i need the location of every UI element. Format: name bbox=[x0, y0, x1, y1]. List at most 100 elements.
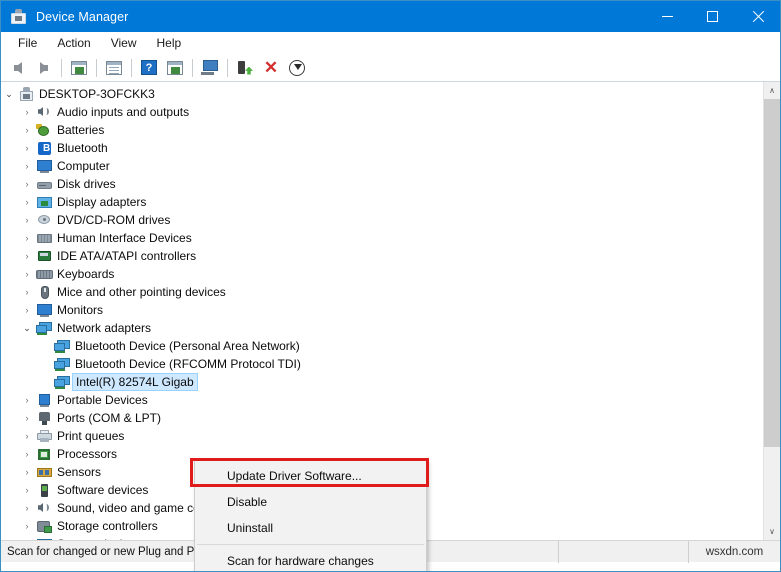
tree-item[interactable]: Intel(R) 82574L Gigab bbox=[1, 373, 763, 391]
tree-item-label: Intel(R) 82574L Gigab bbox=[72, 373, 198, 391]
tree-item[interactable]: › Mice and other pointing devices bbox=[1, 283, 763, 301]
scrollbar-thumb[interactable] bbox=[764, 99, 780, 447]
chevron-right-icon[interactable]: › bbox=[19, 251, 35, 261]
context-menu-item[interactable]: Disable bbox=[195, 489, 426, 515]
sensor-icon bbox=[35, 464, 53, 480]
tree-item[interactable]: › Human Interface Devices bbox=[1, 229, 763, 247]
chevron-right-icon[interactable]: › bbox=[19, 395, 35, 405]
tree-item[interactable]: › Keyboards bbox=[1, 265, 763, 283]
help-icon: ? bbox=[141, 60, 157, 75]
tree-item[interactable]: › Disk drives bbox=[1, 175, 763, 193]
tree-item[interactable]: › Ports (COM & LPT) bbox=[1, 409, 763, 427]
chevron-down-icon[interactable]: ⌄ bbox=[19, 323, 35, 334]
update-driver-icon bbox=[167, 60, 183, 75]
chevron-right-icon[interactable]: › bbox=[19, 107, 35, 117]
scan-hardware-changes-icon bbox=[201, 60, 219, 75]
menu-file[interactable]: File bbox=[9, 33, 46, 53]
tree-item-label: Network adapters bbox=[57, 321, 152, 335]
scroll-down-button[interactable]: ∨ bbox=[764, 523, 780, 540]
chevron-right-icon[interactable]: › bbox=[19, 539, 35, 540]
back-arrow-icon bbox=[14, 61, 22, 74]
toolbar-separator bbox=[227, 58, 228, 77]
vertical-scrollbar[interactable]: ∧ ∨ bbox=[763, 82, 780, 540]
tree-item[interactable]: › Portable Devices bbox=[1, 391, 763, 409]
chevron-right-icon[interactable]: › bbox=[19, 521, 35, 531]
monitor-icon bbox=[35, 158, 53, 174]
maximize-button[interactable] bbox=[690, 1, 735, 32]
chevron-right-icon[interactable]: › bbox=[19, 197, 35, 207]
toolbar-separator bbox=[61, 58, 62, 77]
tree-item-label: Ports (COM & LPT) bbox=[57, 411, 162, 425]
tree-item-label: DESKTOP-3OFCKK3 bbox=[39, 87, 155, 101]
monitor-icon bbox=[35, 302, 53, 318]
chevron-right-icon[interactable]: › bbox=[19, 431, 35, 441]
update-driver-software-button[interactable] bbox=[232, 56, 258, 80]
chevron-right-icon[interactable]: › bbox=[19, 503, 35, 513]
menu-view[interactable]: View bbox=[102, 33, 146, 53]
context-menu-item[interactable]: Scan for hardware changes bbox=[195, 548, 426, 571]
properties-button[interactable] bbox=[101, 56, 127, 80]
tree-item[interactable]: › Batteries bbox=[1, 121, 763, 139]
chevron-right-icon[interactable]: › bbox=[19, 269, 35, 279]
close-icon bbox=[752, 11, 764, 23]
ide-controller-icon bbox=[35, 248, 53, 264]
status-cell-empty bbox=[558, 540, 688, 563]
tree-item[interactable]: › DVD/CD-ROM drives bbox=[1, 211, 763, 229]
tree-item[interactable]: › Print queues bbox=[1, 427, 763, 445]
chevron-right-icon[interactable]: › bbox=[19, 215, 35, 225]
tree-item[interactable]: › Monitors bbox=[1, 301, 763, 319]
system-device-icon bbox=[35, 536, 53, 540]
minimize-button[interactable] bbox=[645, 1, 690, 32]
update-driver-button[interactable] bbox=[162, 56, 188, 80]
toolbar-separator bbox=[96, 58, 97, 77]
tree-item-label: Display adapters bbox=[57, 195, 147, 209]
context-menu-item[interactable]: Uninstall bbox=[195, 515, 426, 541]
tree-item[interactable]: › Display adapters bbox=[1, 193, 763, 211]
uninstall-device-button[interactable]: ✕ bbox=[258, 56, 284, 80]
computer-root-icon bbox=[17, 86, 35, 102]
chevron-down-icon[interactable]: ⌄ bbox=[1, 89, 17, 100]
tree-item[interactable]: Bluetooth Device (Personal Area Network) bbox=[1, 337, 763, 355]
disk-icon bbox=[35, 176, 53, 192]
chevron-right-icon[interactable]: › bbox=[19, 143, 35, 153]
tree-item[interactable]: Bluetooth Device (RFCOMM Protocol TDI) bbox=[1, 355, 763, 373]
chevron-right-icon[interactable]: › bbox=[19, 179, 35, 189]
chevron-right-icon[interactable]: › bbox=[19, 161, 35, 171]
back-button[interactable] bbox=[5, 56, 31, 80]
scrollbar-track[interactable] bbox=[764, 99, 780, 523]
close-button[interactable] bbox=[735, 1, 780, 32]
menu-action[interactable]: Action bbox=[48, 33, 99, 53]
tree-item[interactable]: › IDE ATA/ATAPI controllers bbox=[1, 247, 763, 265]
disable-device-button[interactable] bbox=[284, 56, 310, 80]
software-device-icon bbox=[35, 482, 53, 498]
chevron-right-icon[interactable]: › bbox=[19, 287, 35, 297]
bluetooth-icon: B bbox=[35, 140, 53, 156]
chevron-right-icon[interactable]: › bbox=[19, 485, 35, 495]
context-menu-item[interactable]: Update Driver Software... bbox=[195, 463, 426, 489]
tree-root-item[interactable]: ⌄ DESKTOP-3OFCKK3 bbox=[1, 85, 763, 103]
context-menu[interactable]: Update Driver Software... Disable Uninstal… bbox=[194, 460, 427, 571]
scan-hardware-changes-button[interactable] bbox=[197, 56, 223, 80]
window-title: Device Manager bbox=[36, 9, 129, 24]
tree-item[interactable]: › Computer bbox=[1, 157, 763, 175]
chevron-right-icon[interactable]: › bbox=[19, 305, 35, 315]
chevron-right-icon[interactable]: › bbox=[19, 413, 35, 423]
tree-item-label: Portable Devices bbox=[57, 393, 148, 407]
scroll-up-button[interactable]: ∧ bbox=[764, 82, 780, 99]
help-button[interactable]: ? bbox=[136, 56, 162, 80]
tree-item[interactable]: ⌄ Network adapters bbox=[1, 319, 763, 337]
menu-help[interactable]: Help bbox=[148, 33, 191, 53]
speaker-icon bbox=[35, 500, 53, 516]
chevron-right-icon[interactable]: › bbox=[19, 125, 35, 135]
portable-device-icon bbox=[35, 392, 53, 408]
chevron-right-icon[interactable]: › bbox=[19, 449, 35, 459]
network-adapter-icon bbox=[53, 374, 71, 390]
maximize-icon bbox=[707, 11, 718, 22]
tree-item-label: Sensors bbox=[57, 465, 102, 479]
show-hidden-devices-button[interactable] bbox=[66, 56, 92, 80]
chevron-right-icon[interactable]: › bbox=[19, 467, 35, 477]
forward-button[interactable] bbox=[31, 56, 57, 80]
tree-item[interactable]: › B Bluetooth bbox=[1, 139, 763, 157]
chevron-right-icon[interactable]: › bbox=[19, 233, 35, 243]
tree-item[interactable]: › Audio inputs and outputs bbox=[1, 103, 763, 121]
